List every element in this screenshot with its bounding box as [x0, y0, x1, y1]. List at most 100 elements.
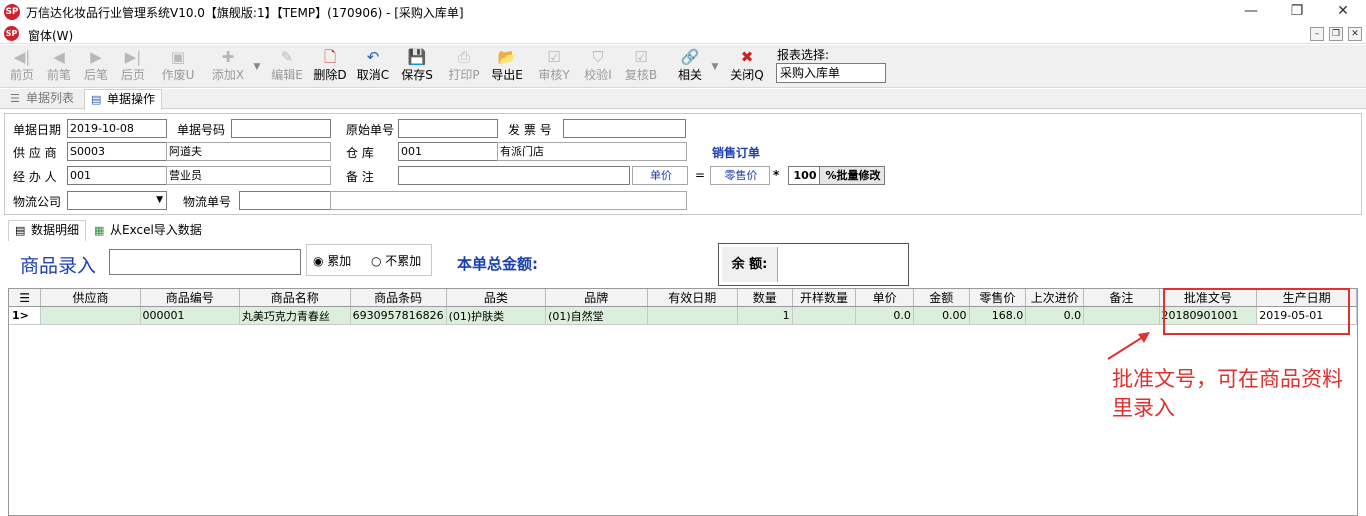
close-icon[interactable]: ✕	[1320, 0, 1366, 24]
invoice-field[interactable]	[563, 119, 686, 138]
row-header-corner: ☰	[9, 289, 42, 307]
edit-icon: ✎	[280, 48, 294, 66]
cell-amount[interactable]: 0.00	[913, 306, 970, 325]
mdi-minimize-icon[interactable]: –	[1310, 27, 1324, 41]
supplier-code-field[interactable]: S0003	[67, 142, 167, 161]
cell-brand[interactable]: (01)自然堂	[545, 306, 648, 325]
annotation-text: 批准文号，可在商品资料里录入	[1112, 367, 1343, 420]
doc-number-field[interactable]	[231, 119, 331, 138]
original-number-label: 原始单号	[346, 123, 395, 137]
col-header[interactable]: 单价	[855, 289, 914, 307]
export-icon: 📂	[497, 48, 517, 66]
print-button[interactable]: ⎙ 打印P	[444, 47, 484, 87]
print-icon: ⎙	[457, 48, 470, 66]
toolbar: ◀| 前页 ◀ 前笔 ▶ 后笔 ▶| 后页 ▣ 作废U ✚ 添加X ▼ ✎ 编辑E 🗋 删除D …	[0, 45, 1366, 88]
verify-button[interactable]: ⛉ 校验I	[578, 47, 618, 87]
tracking-field[interactable]	[239, 191, 331, 210]
handler-name-field: 营业员	[166, 166, 331, 185]
original-number-field[interactable]	[398, 119, 498, 138]
col-header[interactable]: 备注	[1083, 289, 1160, 307]
warehouse-code-field[interactable]: 001	[398, 142, 498, 161]
cell-barcode[interactable]: 6930957816826	[350, 306, 447, 325]
first-page-button[interactable]: ◀| 前页	[4, 47, 40, 87]
batch-modify-button[interactable]: %批量修改	[819, 166, 885, 185]
col-header[interactable]: 商品条码	[350, 289, 447, 307]
add-button[interactable]: ✚ 添加X	[207, 47, 249, 87]
cell-product-code[interactable]: 000001	[140, 306, 240, 325]
col-header[interactable]: 有效日期	[647, 289, 738, 307]
link-icon: 🔗	[680, 48, 700, 66]
cell-sample-qty[interactable]	[792, 306, 857, 325]
prev-record-button[interactable]: ◀ 前笔	[41, 47, 77, 87]
restore-icon[interactable]: ❐	[1274, 0, 1320, 24]
first-page-icon: ◀|	[13, 48, 31, 66]
related-button[interactable]: 🔗 相关	[673, 47, 707, 87]
col-header[interactable]: 商品名称	[239, 289, 351, 307]
chevron-down-icon: ▼	[156, 195, 163, 205]
col-header[interactable]: 金额	[913, 289, 970, 307]
recheck-button[interactable]: ☑ 复核B	[621, 47, 661, 87]
radio-no-accumulate[interactable]: ○ 不累加	[371, 252, 421, 269]
related-dropdown-icon[interactable]: ▼	[710, 53, 720, 81]
cell-quantity[interactable]: 1	[737, 306, 793, 325]
col-header[interactable]: 开样数量	[792, 289, 857, 307]
last-page-icon: ▶|	[124, 48, 142, 66]
void-icon: ▣	[170, 48, 186, 66]
mdi-restore-icon[interactable]: ❐	[1329, 27, 1343, 41]
doc-number-label: 单据号码	[177, 123, 226, 137]
export-button[interactable]: 📂 导出E	[487, 47, 527, 87]
radio-accumulate[interactable]: ◉ 累加	[313, 252, 351, 269]
cell-retail-price[interactable]: 168.0	[969, 306, 1027, 325]
highlight-box	[1163, 288, 1350, 335]
tab-document-operation[interactable]: ▤ 单据操作	[84, 89, 163, 110]
minimize-icon[interactable]: —	[1228, 0, 1274, 24]
edit-button[interactable]: ✎ 编辑E	[267, 47, 307, 87]
percent-field[interactable]: 100	[788, 166, 820, 185]
total-amount-label: 本单总金额:	[457, 255, 538, 273]
cancel-button[interactable]: ↶ 取消C	[353, 47, 393, 87]
menu-bar: SP 窗体(W) – ❐ ✕	[0, 24, 1366, 44]
mdi-close-icon[interactable]: ✕	[1348, 27, 1362, 41]
tab-excel-import[interactable]: ▦ 从Excel导入数据	[88, 221, 208, 241]
logistics-select[interactable]: ▼	[67, 191, 167, 210]
app-logo-icon: SP	[4, 4, 20, 20]
table-row[interactable]: 1> 000001 丸美巧克力青春丝 6930957816826 (01)护肤类…	[9, 306, 1357, 325]
date-field[interactable]: 2019-10-08	[67, 119, 167, 138]
col-header[interactable]: 品牌	[545, 289, 648, 307]
close-form-button[interactable]: ✖ 关闭Q	[727, 47, 767, 87]
col-header[interactable]: 商品编号	[140, 289, 240, 307]
col-header[interactable]: 品类	[446, 289, 547, 307]
balance-label: 余 额:	[722, 247, 778, 282]
cell-expiry[interactable]	[647, 306, 738, 325]
sales-order-link[interactable]: 销售订单	[712, 144, 760, 161]
price-selector[interactable]: 单价	[632, 166, 688, 185]
cell-last-price[interactable]: 0.0	[1025, 306, 1085, 325]
cell-category[interactable]: (01)护肤类	[446, 306, 547, 325]
recheck-icon: ☑	[634, 48, 648, 66]
next-icon: ▶	[90, 48, 102, 66]
product-entry-input[interactable]	[109, 249, 301, 275]
remark-field[interactable]	[398, 166, 630, 185]
save-button[interactable]: 💾 保存S	[397, 47, 437, 87]
void-button[interactable]: ▣ 作废U	[158, 47, 198, 87]
handler-code-field[interactable]: 001	[67, 166, 167, 185]
audit-button[interactable]: ☑ 审核Y	[534, 47, 574, 87]
cell-unit-price[interactable]: 0.0	[855, 306, 914, 325]
last-page-button[interactable]: ▶| 后页	[115, 47, 151, 87]
delete-button[interactable]: 🗋 删除D	[310, 47, 350, 87]
col-header[interactable]: 上次进价	[1025, 289, 1085, 307]
row-indicator: 1>	[9, 306, 42, 325]
col-header[interactable]: 数量	[737, 289, 793, 307]
next-record-button[interactable]: ▶ 后笔	[78, 47, 114, 87]
retail-price-selector[interactable]: 零售价	[710, 166, 770, 185]
report-select-input[interactable]: 采购入库单	[776, 63, 886, 83]
col-header[interactable]: 供应商	[40, 289, 141, 307]
tab-data-detail[interactable]: ▤ 数据明细	[8, 220, 87, 241]
tab-document-list[interactable]: ☰ 单据列表	[4, 89, 80, 109]
menu-window[interactable]: 窗体(W)	[28, 27, 73, 44]
cell-product-name[interactable]: 丸美巧克力青春丝	[239, 306, 351, 325]
cell-supplier[interactable]	[40, 306, 141, 325]
col-header[interactable]: 零售价	[969, 289, 1027, 307]
add-dropdown-icon[interactable]: ▼	[252, 53, 262, 81]
cell-remark[interactable]	[1083, 306, 1160, 325]
